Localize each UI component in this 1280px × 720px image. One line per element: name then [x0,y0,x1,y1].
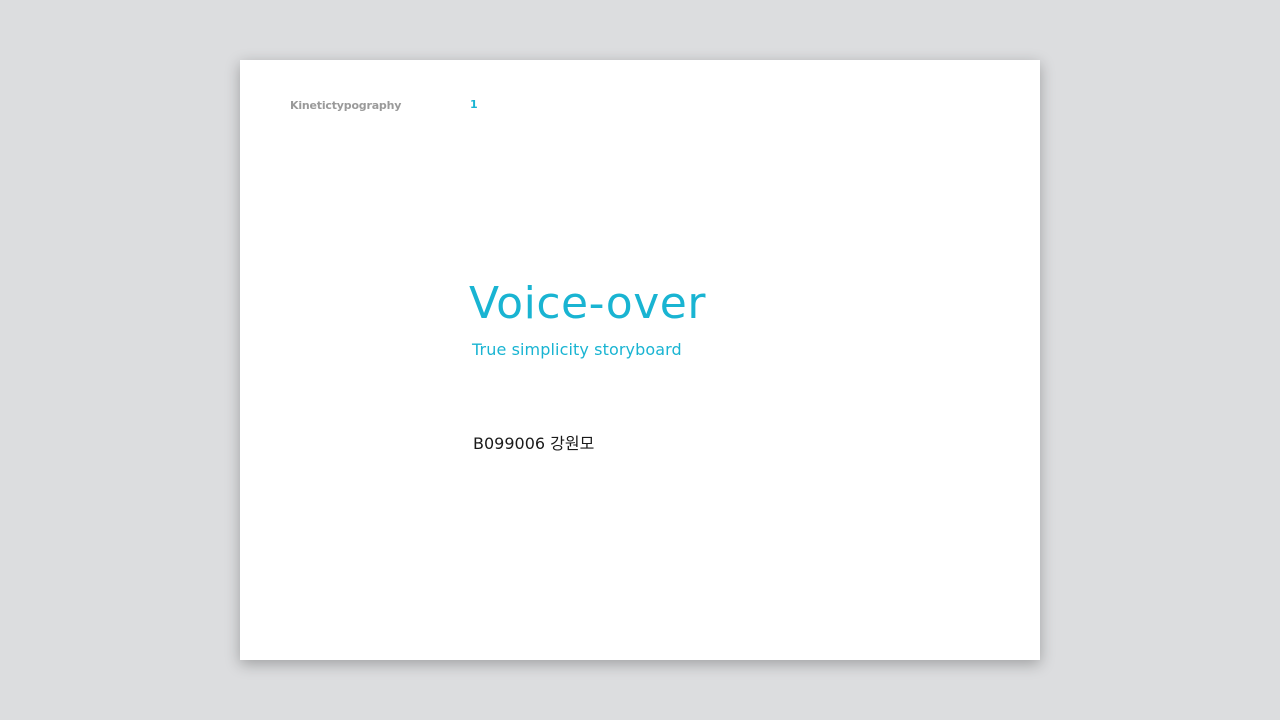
slide-title: Voice-over [469,278,706,329]
slide-subtitle: True simplicity storyboard [472,340,682,359]
page-number: 1 [470,98,478,111]
author-line: B099006 강원모 [473,434,595,453]
slide-header-title: Kinetictypography [290,99,402,112]
slide-page: Kinetictypography 1 Voice-over True simp… [240,60,1040,660]
presentation-viewer: Kinetictypography 1 Voice-over True simp… [0,0,1280,720]
